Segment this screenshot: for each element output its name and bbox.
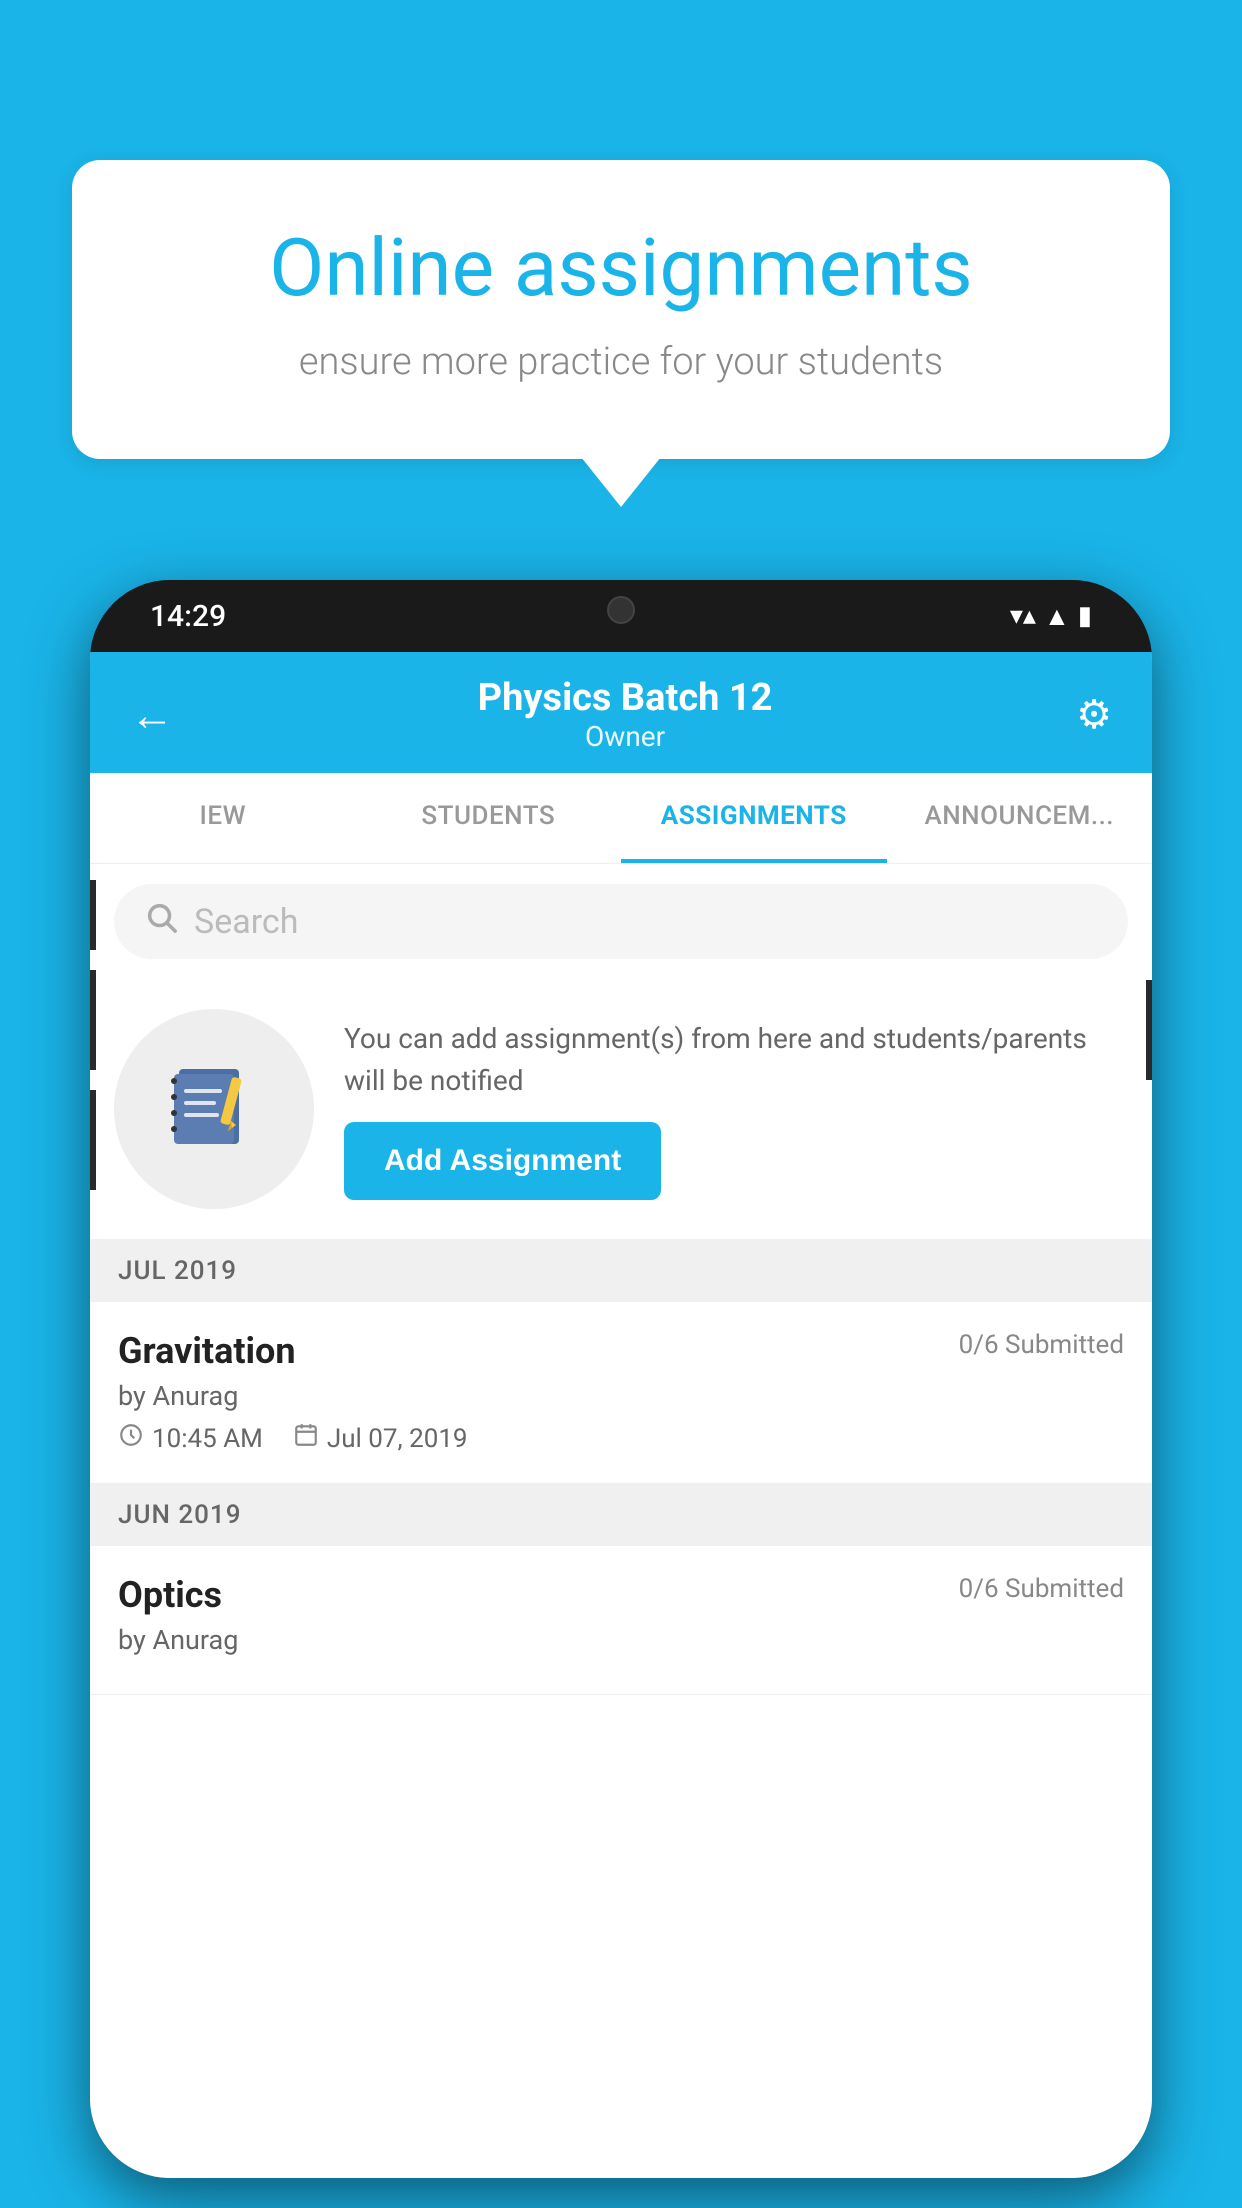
header-subtitle: Owner (478, 720, 773, 753)
speech-bubble: Online assignments ensure more practice … (72, 160, 1170, 459)
phone-container: 14:29 ▾▴ ▲ ▮ ← Physics Batch 12 Owner ⚙ … (90, 580, 1152, 2178)
phone-screen: ← Physics Batch 12 Owner ⚙ IEW STUDENTS … (90, 652, 1152, 2178)
assignment-header: Gravitation 0/6 Submitted (118, 1330, 1124, 1372)
tab-assignments[interactable]: ASSIGNMENTS (621, 773, 887, 863)
search-icon (144, 900, 178, 943)
assignment-item-optics[interactable]: Optics 0/6 Submitted by Anurag (90, 1546, 1152, 1695)
assignment-meta-gravitation: 10:45 AM Jul 07, 2019 (118, 1422, 1124, 1455)
search-container: Search (90, 864, 1152, 979)
tab-bar: IEW STUDENTS ASSIGNMENTS ANNOUNCEM... (90, 773, 1152, 864)
back-button[interactable]: ← (130, 689, 174, 741)
assignment-item-gravitation[interactable]: Gravitation 0/6 Submitted by Anurag 10:4… (90, 1302, 1152, 1484)
month-divider-jun: JUN 2019 (90, 1484, 1152, 1546)
header-title-block: Physics Batch 12 Owner (478, 676, 773, 753)
promo-icon-circle (114, 1009, 314, 1209)
notebook-icon (164, 1059, 264, 1159)
assignment-author-gravitation: by Anurag (118, 1380, 1124, 1412)
assignment-title-gravitation: Gravitation (118, 1330, 296, 1372)
app-header: ← Physics Batch 12 Owner ⚙ (90, 652, 1152, 773)
phone-camera (607, 596, 635, 624)
phone-mute-button (90, 880, 96, 950)
settings-button[interactable]: ⚙ (1076, 691, 1112, 738)
speech-bubble-title: Online assignments (152, 220, 1090, 316)
speech-bubble-subtitle: ensure more practice for your students (152, 336, 1090, 389)
calendar-icon (293, 1422, 319, 1455)
signal-icon: ▲ (1044, 601, 1070, 632)
assignment-author-optics: by Anurag (118, 1624, 1124, 1656)
assignment-title-optics: Optics (118, 1574, 222, 1616)
assignment-date: Jul 07, 2019 (327, 1424, 468, 1454)
phone-volume-up-button (90, 970, 96, 1070)
assignment-submitted-gravitation: 0/6 Submitted (959, 1330, 1124, 1360)
phone-power-button (1146, 980, 1152, 1080)
status-icons: ▾▴ ▲ ▮ (1010, 601, 1092, 632)
assignment-date-item: Jul 07, 2019 (293, 1422, 468, 1455)
status-time: 14:29 (150, 599, 226, 634)
promo-description: You can add assignment(s) from here and … (344, 1018, 1128, 1102)
header-title: Physics Batch 12 (478, 676, 773, 720)
wifi-icon: ▾▴ (1010, 601, 1036, 631)
search-bar[interactable]: Search (114, 884, 1128, 959)
assignment-submitted-optics: 0/6 Submitted (959, 1574, 1124, 1604)
tab-students[interactable]: STUDENTS (356, 773, 622, 863)
speech-bubble-container: Online assignments ensure more practice … (72, 160, 1170, 459)
status-bar: 14:29 ▾▴ ▲ ▮ (90, 580, 1152, 652)
phone-notch (521, 580, 721, 640)
clock-icon (118, 1422, 144, 1455)
assignment-header-optics: Optics 0/6 Submitted (118, 1574, 1124, 1616)
assignment-time-item: 10:45 AM (118, 1422, 263, 1455)
content-area: Search (90, 864, 1152, 2178)
search-input-placeholder: Search (194, 902, 298, 942)
add-assignment-button[interactable]: Add Assignment (344, 1122, 661, 1200)
month-divider-jul: JUL 2019 (90, 1240, 1152, 1302)
promo-section: You can add assignment(s) from here and … (90, 979, 1152, 1240)
tab-announcements[interactable]: ANNOUNCEM... (887, 773, 1153, 863)
promo-content: You can add assignment(s) from here and … (344, 1018, 1128, 1200)
battery-icon: ▮ (1078, 601, 1092, 631)
assignment-time: 10:45 AM (152, 1424, 263, 1454)
tab-iew[interactable]: IEW (90, 773, 356, 863)
phone-volume-down-button (90, 1090, 96, 1190)
